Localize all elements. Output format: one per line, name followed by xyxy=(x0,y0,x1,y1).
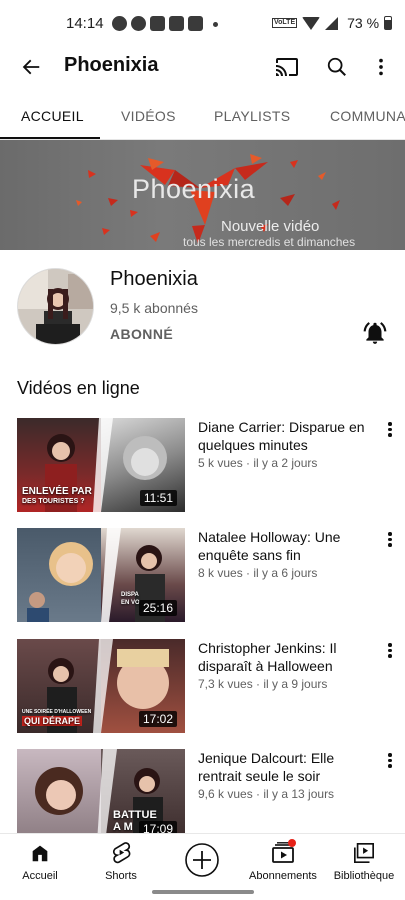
home-icon xyxy=(32,845,48,862)
telegram-icon xyxy=(131,16,146,31)
subscriber-count: 9,5 k abonnés xyxy=(110,300,198,316)
video-meta: 7,3 k vues · il y a 9 jours xyxy=(198,677,328,691)
video-more-button[interactable] xyxy=(380,530,400,550)
notification-bell-button[interactable] xyxy=(362,320,388,346)
thumbnail-caption-line2: A M xyxy=(113,821,133,833)
video-title[interactable]: Natalee Holloway: Une enquête sans fin xyxy=(198,528,376,564)
nav-shorts-label: Shorts xyxy=(105,870,137,882)
video-meta: 5 k vues · il y a 2 jours xyxy=(198,456,318,470)
video-thumbnail[interactable]: ENLEVÉE PAR DES TOURISTES ? 11:51 xyxy=(17,418,185,512)
page-title: Phoenixia xyxy=(64,54,159,76)
thumbnail-caption-line2: DES TOURISTES ? xyxy=(22,498,85,505)
more-notifications-icon xyxy=(213,22,218,27)
app-icon xyxy=(188,16,203,31)
thumbnail-caption-line1: DISPA xyxy=(121,592,139,598)
nav-library[interactable]: Bibliothèque xyxy=(324,840,404,882)
tab-videos[interactable]: VIDÉOS xyxy=(121,108,176,124)
wifi-icon xyxy=(302,16,321,30)
video-duration: 17:09 xyxy=(138,821,177,833)
video-more-button[interactable] xyxy=(380,420,400,440)
channel-tabs: ACCUEIL VIDÉOS PLAYLISTS COMMUNA xyxy=(0,96,405,140)
channel-name: Phoenixia xyxy=(110,268,198,290)
channel-banner: Phoenixia Nouvelle vidéo tous les mercre… xyxy=(0,140,405,250)
back-button[interactable] xyxy=(16,52,46,82)
nav-home[interactable]: Accueil xyxy=(0,840,80,882)
video-duration: 11:51 xyxy=(139,490,177,506)
video-meta: 8 k vues · il y a 6 jours xyxy=(198,566,318,580)
battery-percent: 73 % xyxy=(347,15,380,31)
video-more-button[interactable] xyxy=(380,751,400,771)
video-meta: 9,6 k vues · il y a 13 jours xyxy=(198,787,335,801)
video-duration: 17:02 xyxy=(138,711,177,727)
video-thumbnail[interactable]: DISPA EN VO 25:16 xyxy=(17,528,185,622)
overflow-menu-button[interactable] xyxy=(366,52,396,82)
video-item[interactable]: DISPA EN VO 25:16 Natalee Holloway: Une … xyxy=(0,528,405,628)
create-icon xyxy=(185,843,219,877)
banner-schedule: tous les mercredis et dimanches xyxy=(183,235,356,249)
active-tab-indicator xyxy=(0,137,100,139)
subscribed-button[interactable]: ABONNÉ xyxy=(110,326,173,342)
back-arrow-icon xyxy=(22,59,40,75)
more-vert-icon xyxy=(379,58,383,76)
channel-avatar[interactable] xyxy=(17,268,94,345)
video-thumbnail[interactable]: UNE SOIRÉE D'HALLOWEEN QUI DÉRAPE 17:02 xyxy=(17,639,185,733)
home-indicator[interactable] xyxy=(152,890,254,894)
nav-subscriptions[interactable]: Abonnements xyxy=(243,839,323,882)
twitter-icon xyxy=(169,16,184,31)
tab-accueil[interactable]: ACCUEIL xyxy=(21,108,84,124)
nav-home-label: Accueil xyxy=(22,870,58,882)
volte-icon: VoLTE xyxy=(272,18,298,28)
notification-dot xyxy=(288,839,296,847)
banner-title: Phoenixia xyxy=(132,174,256,204)
signal-icon xyxy=(325,16,339,30)
cast-icon xyxy=(276,58,298,76)
whatsapp-icon xyxy=(112,16,127,31)
section-title: Vidéos en ligne xyxy=(17,378,140,398)
battery-icon xyxy=(384,16,393,30)
banner-subtitle: Nouvelle vidéo xyxy=(221,218,320,235)
app-header: Phoenixia xyxy=(0,48,405,88)
video-item[interactable]: BATTUE A M 17:09 Jenique Dalcourt: Elle … xyxy=(0,749,405,833)
notification-icons xyxy=(112,16,218,31)
video-item[interactable]: ENLEVÉE PAR DES TOURISTES ? 11:51 Diane … xyxy=(0,418,405,518)
thumbnail-caption-line2: EN VO xyxy=(121,600,140,606)
nav-library-label: Bibliothèque xyxy=(333,870,395,882)
video-item[interactable]: UNE SOIRÉE D'HALLOWEEN QUI DÉRAPE 17:02 … xyxy=(0,639,405,739)
thumbnail-caption-line1: ENLEVÉE PAR xyxy=(22,486,92,497)
system-icons: VoLTE 73 % xyxy=(272,15,393,31)
shorts-icon xyxy=(112,842,131,864)
video-title[interactable]: Diane Carrier: Disparue en quelques minu… xyxy=(198,418,376,454)
nav-create[interactable] xyxy=(162,842,242,878)
video-duration: 25:16 xyxy=(138,600,177,616)
nav-subscriptions-label: Abonnements xyxy=(249,870,317,882)
cast-button[interactable] xyxy=(272,52,302,82)
search-button[interactable] xyxy=(322,52,352,82)
tab-playlists[interactable]: PLAYLISTS xyxy=(214,108,290,124)
library-icon xyxy=(354,843,374,863)
avatar-image xyxy=(18,269,93,344)
bell-ringing-icon xyxy=(363,322,387,344)
status-time: 14:14 xyxy=(66,15,104,32)
video-title[interactable]: Christopher Jenkins: Il disparaît à Hall… xyxy=(198,639,376,675)
video-title[interactable]: Jenique Dalcourt: Elle rentrait seule le… xyxy=(198,749,376,785)
thumbnail-caption-line1: BATTUE xyxy=(113,809,157,821)
video-thumbnail[interactable]: BATTUE A M 17:09 xyxy=(17,749,185,833)
video-more-button[interactable] xyxy=(380,641,400,661)
tab-community[interactable]: COMMUNA xyxy=(330,108,405,124)
nav-shorts[interactable]: Shorts xyxy=(81,840,161,882)
thumbnail-caption-line1: UNE SOIRÉE D'HALLOWEEN xyxy=(22,709,92,715)
search-icon xyxy=(327,57,346,76)
thumbnail-caption-line2: QUI DÉRAPE xyxy=(22,716,83,726)
youtube-icon xyxy=(150,16,165,31)
status-bar: 14:14 VoLTE 73 % xyxy=(0,0,405,48)
